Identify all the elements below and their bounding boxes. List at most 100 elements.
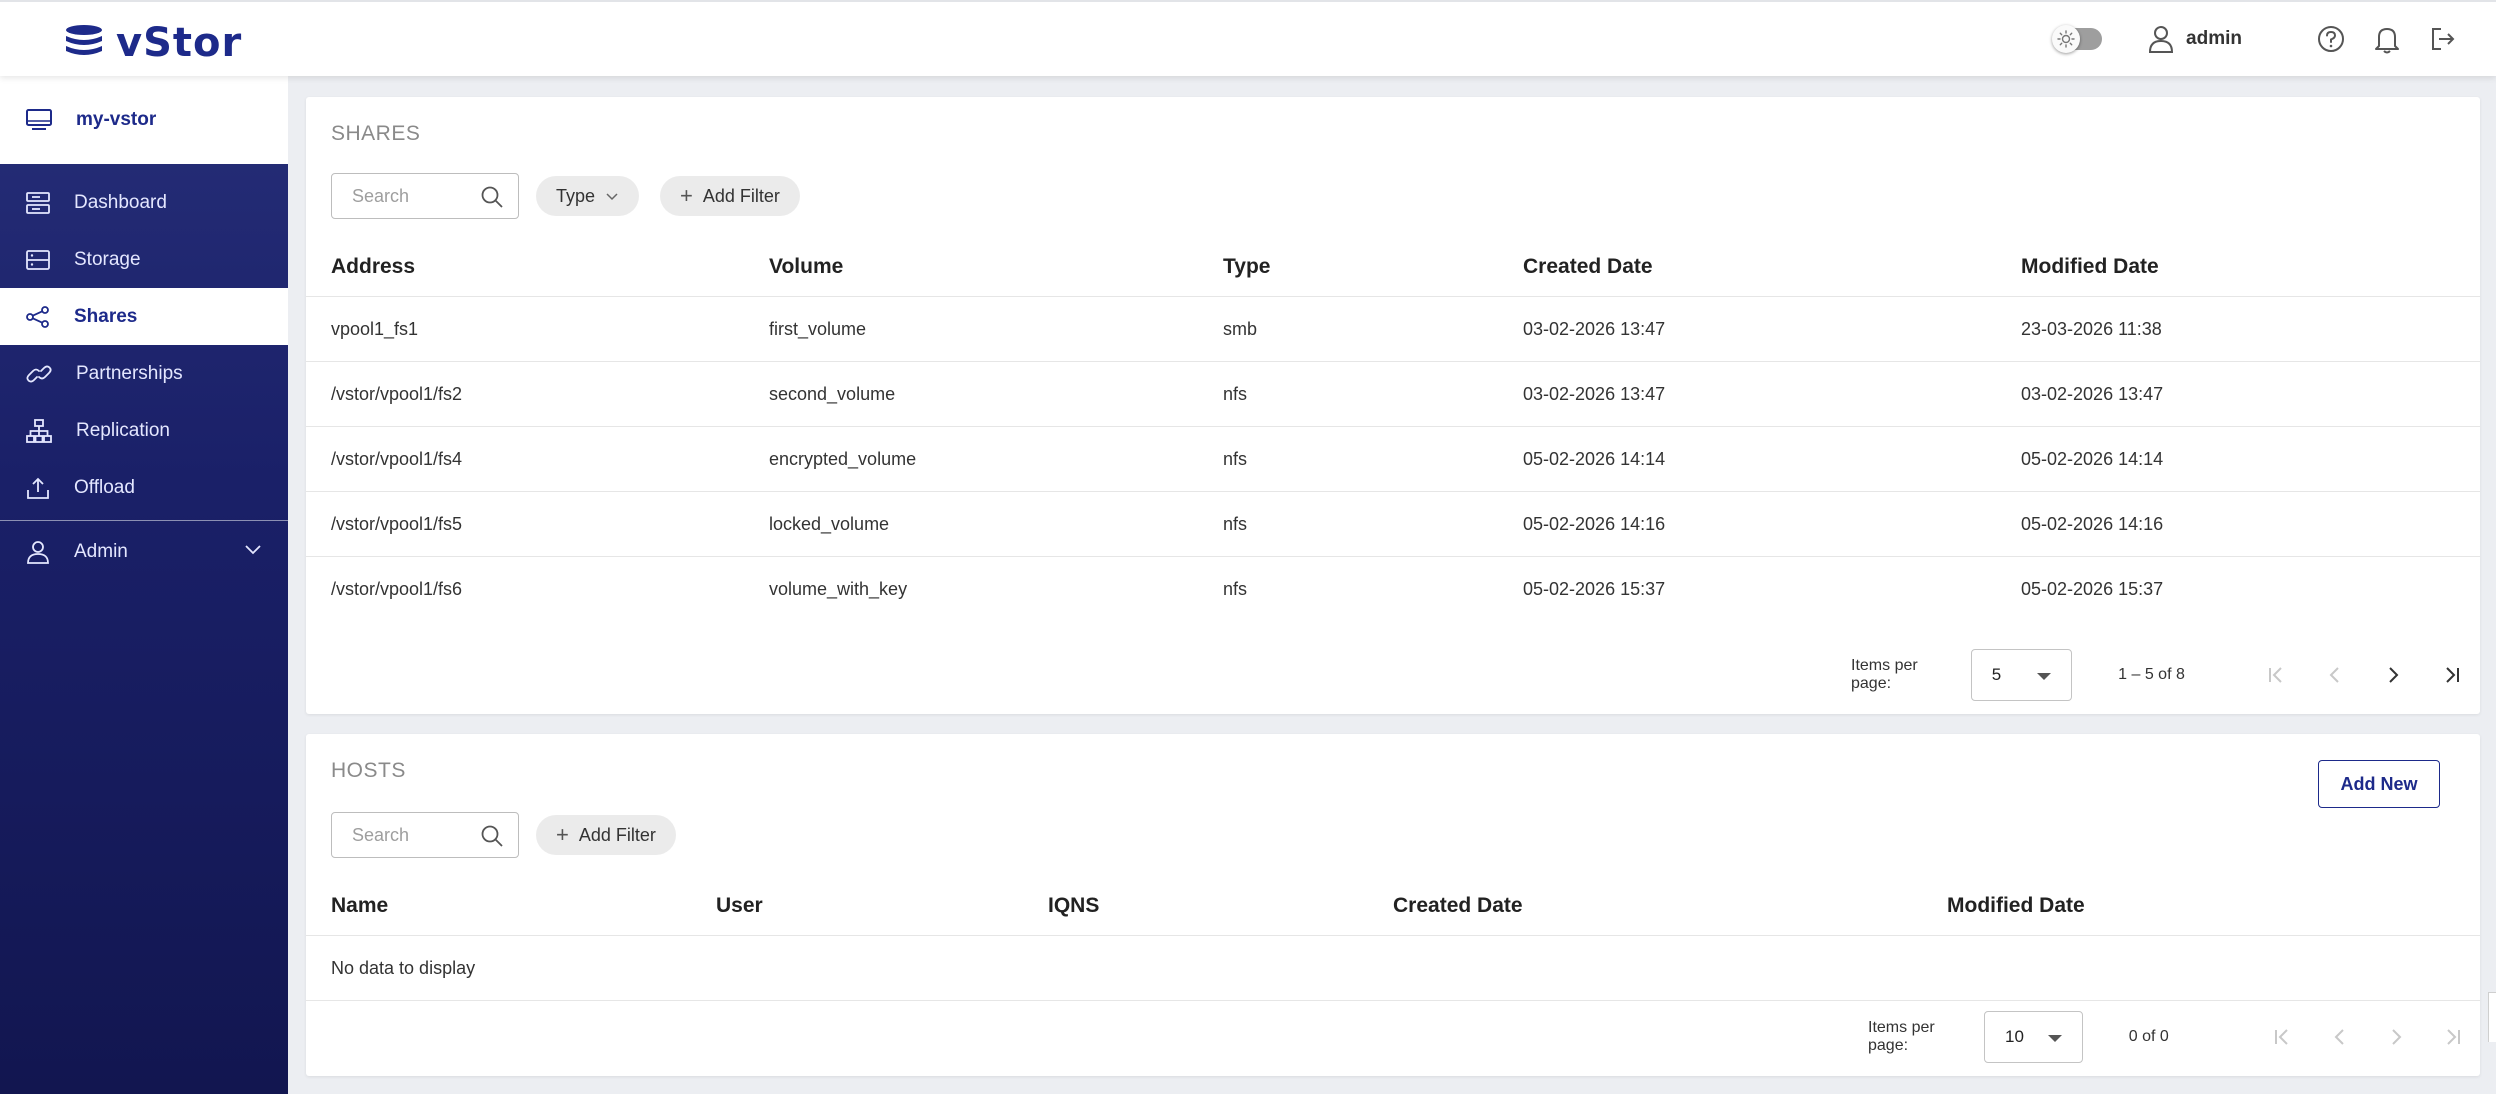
top-bar: vStor admin bbox=[0, 0, 2496, 76]
type-filter-chip[interactable]: Type bbox=[536, 176, 640, 216]
top-actions: admin bbox=[2052, 22, 2460, 56]
column-header[interactable]: Type bbox=[1223, 255, 1270, 279]
first-page-button[interactable] bbox=[2248, 655, 2306, 695]
type-filter-label: Type bbox=[556, 185, 596, 206]
shares-search-input[interactable] bbox=[352, 185, 482, 207]
notifications-button[interactable] bbox=[2370, 22, 2404, 56]
items-per-page-label: Items per page: bbox=[1851, 657, 1918, 692]
search-icon[interactable] bbox=[480, 185, 504, 209]
previous-page-button[interactable] bbox=[2306, 655, 2364, 695]
theme-toggle[interactable] bbox=[2052, 25, 2103, 53]
sidebar-item-replication[interactable]: Replication bbox=[0, 402, 288, 459]
table-row[interactable]: /vstor/vpool1/fs5 locked_volume nfs 05-0… bbox=[306, 492, 2480, 557]
dashboard-icon bbox=[26, 191, 50, 214]
add-filter-label: Add Filter bbox=[578, 824, 656, 845]
database-logo-icon bbox=[64, 24, 104, 63]
hosts-search-input[interactable] bbox=[352, 824, 482, 846]
page-size-select[interactable]: 5 bbox=[1970, 649, 2073, 701]
sidebar-item-storage[interactable]: Storage bbox=[0, 231, 288, 288]
add-filter-chip[interactable]: + Add Filter bbox=[660, 176, 800, 216]
sidebar-item-label: Admin bbox=[74, 540, 128, 562]
hosts-paginator: Items per page: 10 0 of 0 bbox=[1868, 1011, 2480, 1063]
column-header[interactable]: Created Date bbox=[1393, 894, 1523, 918]
cell-address: /vstor/vpool1/fs6 bbox=[331, 579, 463, 599]
next-page-button[interactable] bbox=[2364, 655, 2422, 695]
cell-created: 05-02-2026 14:16 bbox=[1523, 514, 1666, 534]
device-name: my-vstor bbox=[76, 109, 157, 130]
hosts-card: HOSTS Add New + Add Filter Name User IQN… bbox=[306, 734, 2480, 1076]
table-row[interactable]: vpool1_fs1 first_volume smb 03-02-2026 1… bbox=[306, 297, 2480, 362]
replication-icon bbox=[26, 418, 52, 443]
add-filter-chip[interactable]: + Add Filter bbox=[536, 815, 676, 855]
cell-address: /vstor/vpool1/fs5 bbox=[331, 514, 463, 534]
user-icon bbox=[2149, 26, 2174, 53]
cell-created: 03-02-2026 13:47 bbox=[1523, 319, 1666, 339]
first-page-icon bbox=[2268, 667, 2282, 683]
table-row[interactable]: /vstor/vpool1/fs4 encrypted_volume nfs 0… bbox=[306, 427, 2480, 492]
help-button[interactable] bbox=[2314, 22, 2348, 56]
cell-type: nfs bbox=[1223, 514, 1248, 534]
column-header[interactable]: Created Date bbox=[1523, 255, 1653, 279]
username: admin bbox=[2186, 28, 2242, 49]
column-header[interactable]: User bbox=[716, 894, 763, 918]
hosts-title: HOSTS bbox=[331, 759, 406, 782]
caret-down-icon bbox=[2047, 1035, 2062, 1042]
cell-address: vpool1_fs1 bbox=[331, 319, 419, 339]
hosts-search[interactable] bbox=[331, 812, 519, 858]
plus-icon: + bbox=[556, 822, 569, 847]
hosts-table-header: Name User IQNS Created Date Modified Dat… bbox=[306, 874, 2480, 936]
logout-button[interactable] bbox=[2426, 22, 2460, 56]
user-icon bbox=[27, 540, 49, 564]
sidebar-item-partnerships[interactable]: Partnerships bbox=[0, 345, 288, 402]
last-page-button[interactable] bbox=[2424, 1017, 2480, 1057]
chevron-left-icon bbox=[2329, 667, 2339, 683]
logout-icon bbox=[2432, 28, 2455, 50]
chevron-right-icon bbox=[2392, 1029, 2402, 1045]
cell-created: 05-02-2026 14:14 bbox=[1523, 449, 1666, 469]
storage-icon bbox=[26, 249, 50, 270]
shares-search[interactable] bbox=[331, 173, 519, 219]
column-header[interactable]: Name bbox=[331, 894, 388, 918]
column-header[interactable]: Modified Date bbox=[2021, 255, 2159, 279]
cell-volume: encrypted_volume bbox=[769, 449, 917, 469]
page-size-select[interactable]: 10 bbox=[1984, 1011, 2083, 1063]
last-page-button[interactable] bbox=[2422, 655, 2480, 695]
cell-volume: volume_with_key bbox=[769, 579, 908, 599]
sidebar-item-label: Dashboard bbox=[74, 191, 167, 213]
cell-volume: locked_volume bbox=[769, 514, 890, 534]
sidebar-item-admin[interactable]: Admin bbox=[0, 523, 288, 580]
sidebar-item-label: Offload bbox=[74, 476, 135, 498]
cell-modified: 05-02-2026 14:16 bbox=[2021, 514, 2164, 534]
page-size-value: 5 bbox=[1991, 665, 2002, 684]
sidebar-item-shares[interactable]: Shares bbox=[0, 288, 288, 345]
previous-page-button[interactable] bbox=[2312, 1017, 2368, 1057]
first-page-button[interactable] bbox=[2255, 1017, 2311, 1057]
column-header[interactable]: Modified Date bbox=[1947, 894, 2085, 918]
table-row[interactable]: /vstor/vpool1/fs6 volume_with_key nfs 05… bbox=[306, 557, 2480, 622]
cell-type: nfs bbox=[1223, 449, 1248, 469]
next-page-button[interactable] bbox=[2368, 1017, 2424, 1057]
cell-type: smb bbox=[1223, 319, 1258, 339]
page-size-value: 10 bbox=[2005, 1027, 2024, 1046]
cell-modified: 03-02-2026 13:47 bbox=[2021, 384, 2164, 404]
shares-table-header: Address Volume Type Created Date Modifie… bbox=[306, 235, 2480, 297]
chevron-right-icon bbox=[2389, 667, 2399, 683]
search-icon[interactable] bbox=[480, 824, 504, 848]
user-menu[interactable]: admin bbox=[2148, 25, 2242, 53]
sidebar-item-offload[interactable]: Offload bbox=[0, 459, 288, 516]
link-icon bbox=[26, 364, 52, 383]
column-header[interactable]: IQNS bbox=[1048, 894, 1099, 918]
logo[interactable]: vStor bbox=[64, 20, 242, 66]
sidebar-divider bbox=[0, 520, 288, 521]
page-range: 1 – 5 of 8 bbox=[2118, 666, 2185, 683]
table-row[interactable]: /vstor/vpool1/fs2 second_volume nfs 03-0… bbox=[306, 362, 2480, 427]
add-new-button[interactable]: Add New bbox=[2318, 760, 2440, 808]
cell-type: nfs bbox=[1223, 384, 1248, 404]
sidebar-item-dashboard[interactable]: Dashboard bbox=[0, 174, 288, 231]
sidebar-device[interactable]: my-vstor bbox=[0, 76, 288, 164]
cell-modified: 23-03-2026 11:38 bbox=[2021, 319, 2162, 339]
column-header[interactable]: Volume bbox=[769, 255, 843, 279]
last-page-icon bbox=[2446, 667, 2459, 683]
column-header[interactable]: Address bbox=[331, 255, 415, 279]
caret-down-icon bbox=[2037, 673, 2052, 680]
